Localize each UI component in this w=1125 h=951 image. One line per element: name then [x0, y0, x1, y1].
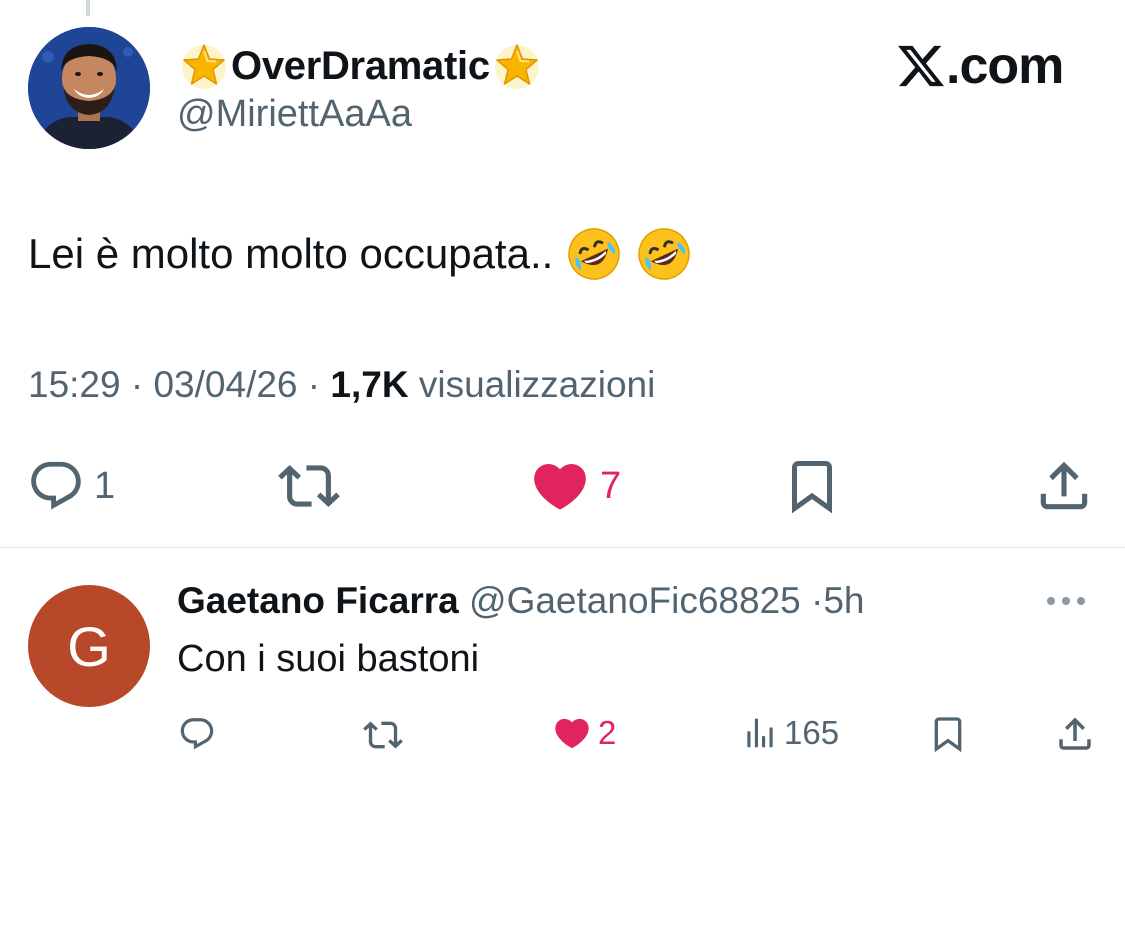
reply-button[interactable]: 1: [26, 457, 115, 515]
author-display-name[interactable]: OverDramatic: [177, 38, 544, 94]
repost-button[interactable]: [276, 455, 342, 517]
meta-separator: ·: [307, 364, 331, 405]
heart-filled-icon: [555, 718, 589, 749]
bookmark-button[interactable]: [782, 455, 842, 517]
thread-connector-line: [86, 0, 90, 16]
reply-like-button[interactable]: 2: [551, 713, 616, 753]
tweet-meta: 15:29 · 03/04/26 · 1,7K visualizzazioni: [28, 364, 655, 406]
brand-domain: .com: [946, 37, 1064, 95]
rolling-laughing-emoji-icon: [635, 225, 693, 283]
heart-filled-icon: [534, 464, 586, 510]
views-label: visualizzazioni: [418, 364, 656, 405]
glowing-star-icon: [490, 39, 544, 93]
avatar-letter: G: [67, 614, 111, 678]
share-button[interactable]: [1033, 455, 1095, 517]
reply-share-button[interactable]: [1054, 713, 1096, 755]
reply-author-name[interactable]: Gaetano Ficarra: [177, 580, 459, 621]
bookmark-icon: [792, 461, 832, 514]
reply-views-count: 165: [784, 714, 840, 751]
meta-separator: ·: [811, 580, 824, 621]
share-upload-icon: [1040, 461, 1088, 510]
x-brand-logo: .com: [898, 36, 1064, 96]
like-button[interactable]: 7: [528, 455, 621, 517]
more-options-icon[interactable]: [1047, 597, 1085, 605]
meta-separator: ·: [130, 364, 154, 405]
reply-repost-button[interactable]: [362, 715, 404, 755]
bookmark-icon: [934, 717, 962, 753]
reply-author-handle[interactable]: @GaetanoFic68825: [469, 580, 801, 621]
reply-reply-button[interactable]: [177, 715, 217, 753]
author-name-text: OverDramatic: [231, 43, 490, 88]
analytics-bars-icon: [747, 718, 773, 748]
author-avatar[interactable]: [28, 27, 150, 149]
reply-bubble-icon: [180, 718, 214, 750]
tweet-text: Lei è molto molto occupata..: [28, 225, 693, 283]
rolling-laughing-emoji-icon: [565, 225, 623, 283]
glowing-star-icon: [177, 39, 231, 93]
repost-icon: [278, 465, 340, 507]
reply-count: 1: [94, 464, 116, 507]
reply-bookmark-button[interactable]: [928, 714, 968, 754]
reply-bubble-icon: [31, 461, 81, 510]
tweet-date[interactable]: 03/04/26: [153, 364, 297, 405]
reply-views-button[interactable]: 165: [741, 713, 839, 753]
reply-like-count: 2: [598, 714, 617, 751]
repost-icon: [363, 721, 403, 749]
author-handle[interactable]: @MiriettAaAa: [177, 93, 412, 136]
reply-author-avatar[interactable]: G: [28, 585, 150, 707]
reply-text: Con i suoi bastoni: [177, 638, 480, 680]
reply-header: Gaetano Ficarra @GaetanoFic68825 ·5h: [177, 580, 865, 622]
reply-age[interactable]: 5h: [823, 580, 864, 621]
views-count: 1,7K: [330, 364, 409, 405]
x-logo-icon: [898, 45, 944, 87]
share-upload-icon: [1059, 717, 1091, 750]
tweet-text-content: Lei è molto molto occupata..: [28, 230, 554, 277]
like-count: 7: [600, 464, 622, 507]
section-divider: [0, 547, 1125, 548]
tweet-time[interactable]: 15:29: [28, 364, 121, 405]
